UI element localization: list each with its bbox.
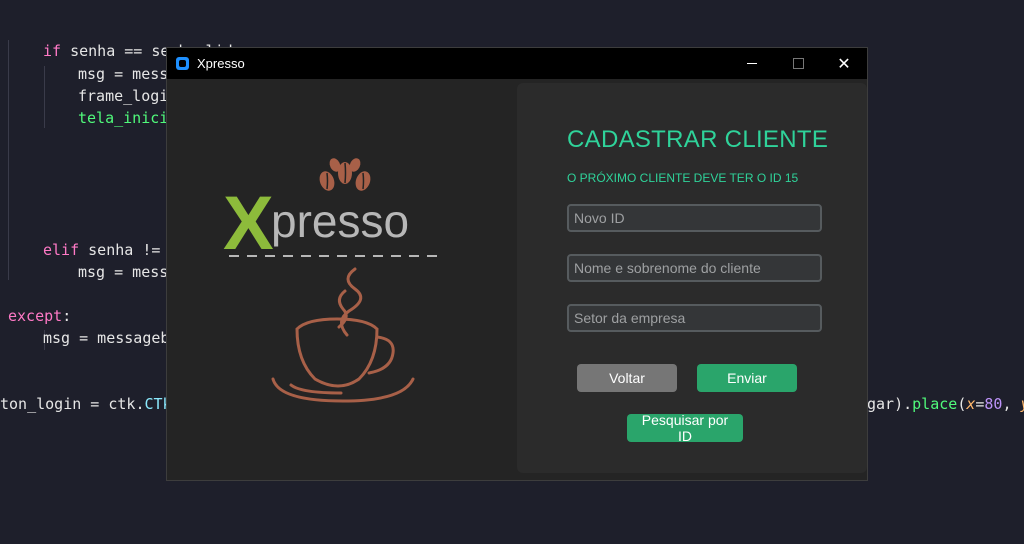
code-line: tela_inici: [78, 109, 169, 127]
code-line: msg = mess: [78, 65, 169, 83]
code-line: ton_login = ctk.CTk: [0, 395, 172, 413]
indent-guide: [44, 66, 45, 128]
code-line: msg = mess: [78, 263, 169, 281]
search-by-id-button[interactable]: Pesquisar por ID: [627, 412, 743, 444]
minimize-button[interactable]: [729, 48, 775, 79]
code-line: gar).place(x=80, y=: [867, 395, 1024, 413]
xpresso-logo: X presso: [223, 158, 443, 403]
form-title: CADASTRAR CLIENTE: [567, 126, 829, 153]
send-button[interactable]: Enviar: [697, 364, 797, 392]
code-line: frame_logi: [78, 87, 169, 105]
code-line: except:: [8, 307, 72, 325]
maximize-icon: [792, 58, 804, 69]
logo-pane: X presso: [167, 79, 517, 480]
code-line: msg = messageb: [43, 329, 170, 347]
indent-guide: [8, 40, 9, 280]
minimize-icon: [747, 63, 757, 64]
coffee-beans-icon: [319, 158, 371, 191]
title-bar[interactable]: Xpresso ✕: [167, 48, 867, 79]
logo-x-letter: X: [223, 181, 274, 266]
close-icon: ✕: [837, 55, 851, 73]
window-title: Xpresso: [197, 56, 245, 71]
company-sector-input[interactable]: [567, 304, 822, 332]
client-name-input[interactable]: [567, 254, 822, 282]
steam-icon: [337, 267, 363, 337]
register-form-panel: CADASTRAR CLIENTE O PRÓXIMO CLIENTE DEVE…: [517, 83, 867, 473]
close-button[interactable]: ✕: [821, 48, 867, 79]
maximize-button[interactable]: [775, 48, 821, 79]
code-line: elif senha !=: [43, 241, 170, 259]
back-button[interactable]: Voltar: [577, 364, 677, 392]
window-controls: ✕: [729, 48, 867, 79]
next-id-message: O PRÓXIMO CLIENTE DEVE TER O ID 15: [567, 171, 799, 185]
new-id-input[interactable]: [567, 204, 822, 232]
app-icon: [176, 57, 189, 70]
app-window: Xpresso ✕ X presso CADASTRAR CLIENTE O P…: [167, 48, 867, 480]
logo-word: presso: [271, 195, 409, 247]
